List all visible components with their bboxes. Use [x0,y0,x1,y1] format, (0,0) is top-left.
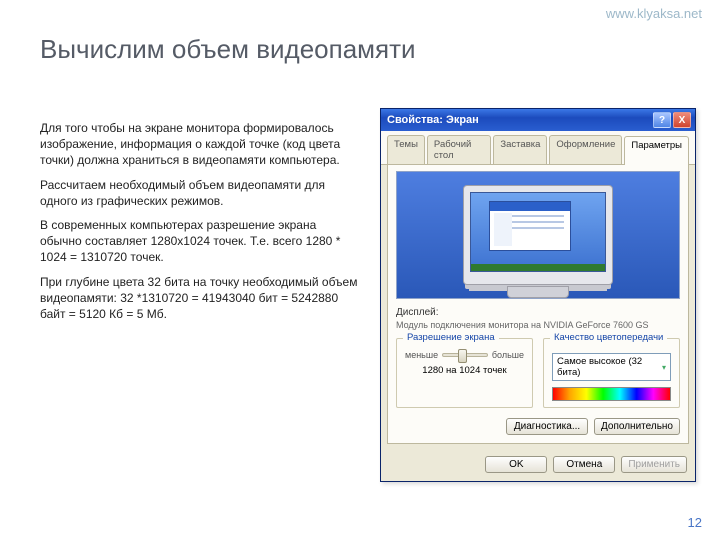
resolution-value: 1280 на 1024 точек [405,365,524,376]
paragraph: В современных компьютерах разрешение экр… [40,217,360,266]
monitor-preview [396,171,680,299]
body-text: Для того чтобы на экране монитора формир… [40,120,360,330]
tab-themes[interactable]: Темы [387,135,425,164]
display-label: Дисплей: [396,307,680,318]
tab-settings[interactable]: Параметры [624,136,689,165]
advanced-button[interactable]: Дополнительно [594,418,680,435]
titlebar[interactable]: Свойства: Экран ? X [381,109,695,131]
tab-appearance[interactable]: Оформление [549,135,622,164]
help-icon[interactable]: ? [653,112,671,128]
group-color-quality: Качество цветопередачи Самое высокое (32… [543,338,680,408]
diagnostics-button[interactable]: Диагностика... [506,418,588,435]
paragraph: Для того чтобы на экране монитора формир… [40,120,360,169]
paragraph: Рассчитаем необходимый объем видеопамяти… [40,177,360,209]
resolution-slider[interactable] [442,353,488,357]
paragraph: При глубине цвета 32 бита на точку необх… [40,274,360,323]
group-resolution: Разрешение экрана меньше больше 1280 на … [396,338,533,408]
dialog-footer: OK Отмена Применить [381,450,695,481]
watermark: www.klyaksa.net [606,6,702,21]
apply-button[interactable]: Применить [621,456,687,473]
color-depth-value: Самое высокое (32 бита) [557,356,662,378]
display-properties-dialog: Свойства: Экран ? X Темы Рабочий стол За… [380,108,696,482]
chevron-down-icon: ▾ [662,363,666,372]
slide-title: Вычислим объем видеопамяти [40,34,416,65]
cancel-button[interactable]: Отмена [553,456,615,473]
group-resolution-legend: Разрешение экрана [403,332,499,343]
page-number: 12 [688,515,702,530]
slider-thumb[interactable] [458,349,467,363]
ok-button[interactable]: OK [485,456,547,473]
tab-desktop[interactable]: Рабочий стол [427,135,491,164]
slider-max-label: больше [492,350,524,360]
display-description: Модуль подключения монитора на NVIDIA Ge… [396,320,680,330]
group-color-legend: Качество цветопередачи [550,332,667,343]
color-spectrum [552,387,671,401]
color-depth-select[interactable]: Самое высокое (32 бита) ▾ [552,353,671,381]
close-icon[interactable]: X [673,112,691,128]
slider-min-label: меньше [405,350,438,360]
dialog-title: Свойства: Экран [387,114,479,126]
tab-screensaver[interactable]: Заставка [493,135,547,164]
tabstrip: Темы Рабочий стол Заставка Оформление Па… [381,131,695,165]
tab-panel-settings: Дисплей: Модуль подключения монитора на … [387,165,689,444]
